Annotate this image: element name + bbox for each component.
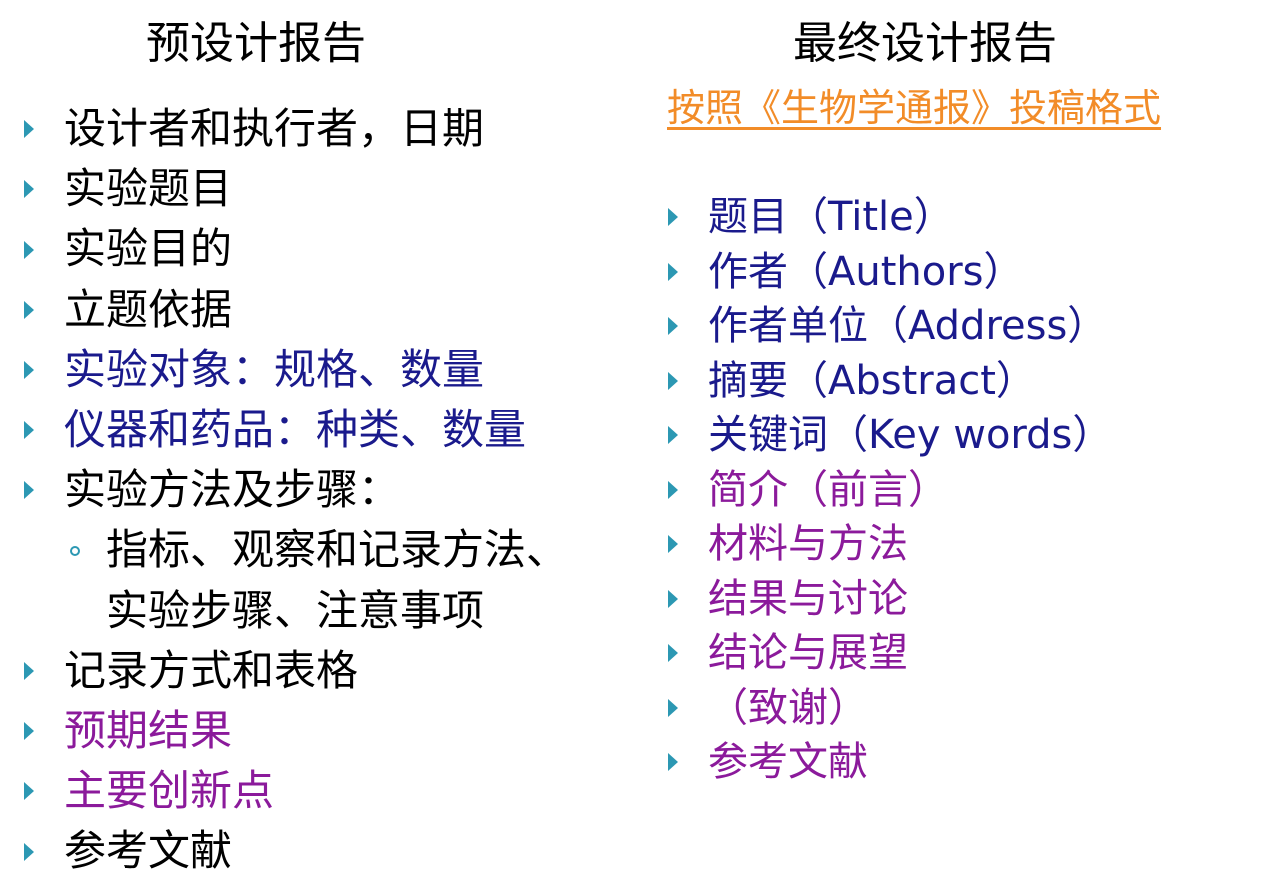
bullet-triangle-icon — [24, 481, 34, 500]
bullet-triangle-icon — [668, 317, 678, 335]
bullet-triangle-icon — [668, 753, 678, 771]
right-item-2: 作者单位（Address） — [708, 303, 1108, 349]
right-item-7: 结果与讨论 — [708, 575, 908, 622]
bullet-triangle-icon — [668, 644, 678, 662]
left-item-5: 仪器和药品：种类、数量 — [64, 405, 527, 454]
right-column-title: 最终设计报告 — [793, 18, 1057, 69]
bullet-triangle-icon — [668, 480, 678, 499]
left-item-10: 预期结果 — [64, 706, 233, 755]
bullet-triangle-icon — [24, 120, 34, 139]
bullet-triangle-icon — [24, 782, 34, 801]
bullet-triangle-icon — [668, 262, 678, 281]
left-column-title: 预设计报告 — [146, 18, 366, 69]
right-item-6: 材料与方法 — [708, 521, 908, 567]
right-item-10: 参考文献 — [708, 739, 868, 785]
bullet-triangle-icon — [24, 661, 34, 680]
bullet-triangle-icon — [668, 208, 678, 226]
bullet-triangle-icon — [668, 589, 678, 608]
bullet-triangle-icon — [24, 421, 34, 440]
right-item-8: 结论与展望 — [708, 630, 908, 676]
left-item-7: 指标、观察和记录方法、 — [106, 525, 569, 575]
right-item-9: （致谢） — [708, 684, 868, 731]
left-item-4: 实验对象：规格、数量 — [64, 344, 485, 394]
right-item-4: 关键词（Key words） — [708, 412, 1113, 458]
bullet-triangle-icon — [24, 240, 34, 259]
left-item-8: 实验步骤、注意事项 — [106, 585, 485, 635]
left-item-12: 参考文献 — [64, 826, 233, 875]
bullet-triangle-icon — [24, 842, 34, 861]
left-item-3: 立题依据 — [64, 284, 233, 334]
right-item-0: 题目（Title） — [708, 194, 954, 240]
right-item-5: 简介（前言） — [708, 466, 948, 513]
bullet-triangle-icon — [24, 180, 34, 199]
left-item-9: 记录方式和表格 — [64, 645, 359, 695]
sub-bullet-icon — [70, 545, 80, 556]
left-item-6: 实验方法及步骤： — [64, 465, 401, 515]
left-item-1: 实验题目 — [64, 164, 233, 214]
bullet-triangle-icon — [668, 371, 678, 390]
right-item-1: 作者（Authors） — [708, 248, 1024, 295]
submission-format-link[interactable]: 按照《生物学通报》投稿格式 — [667, 86, 1161, 132]
bullet-triangle-icon — [24, 300, 34, 319]
right-item-3: 摘要（Abstract） — [708, 357, 1036, 404]
left-item-2: 实验目的 — [64, 224, 233, 274]
left-item-11: 主要创新点 — [64, 766, 275, 816]
bullet-triangle-icon — [24, 722, 34, 741]
bullet-triangle-icon — [668, 426, 678, 444]
bullet-triangle-icon — [24, 360, 34, 379]
bullet-triangle-icon — [668, 535, 678, 553]
left-item-0: 设计者和执行者，日期 — [64, 104, 485, 153]
bullet-triangle-icon — [668, 698, 678, 717]
